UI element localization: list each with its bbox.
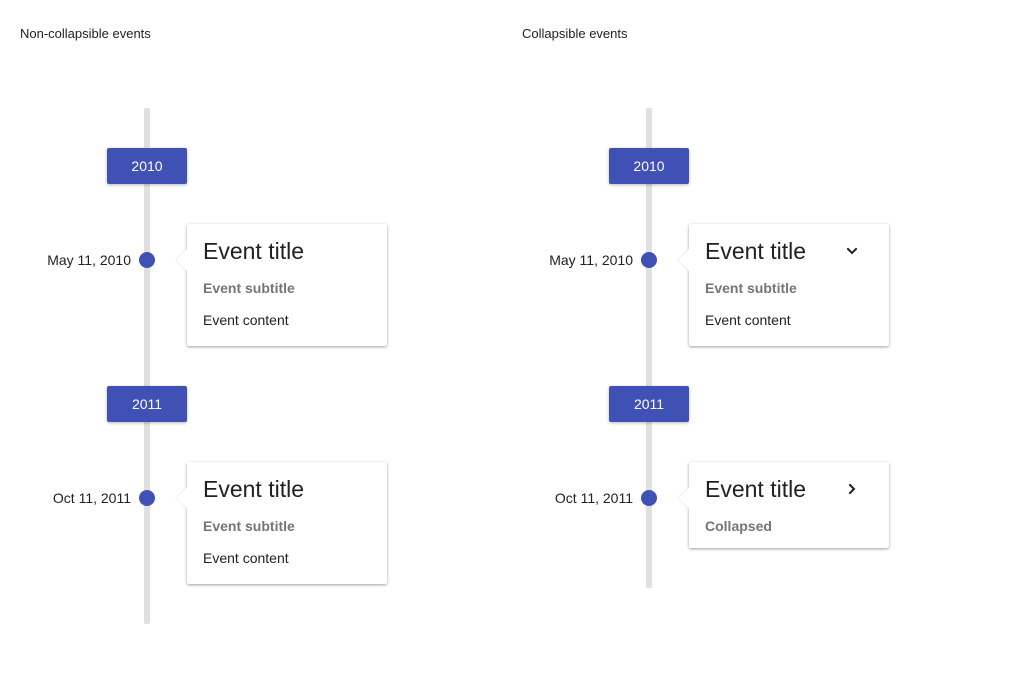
event-title: Event title <box>705 238 806 264</box>
card-arrow <box>678 487 689 509</box>
event-date: May 11, 2010 <box>549 252 633 268</box>
event-title: Event title <box>203 476 304 502</box>
non-collapsible-timeline: 2010 May 11, 2010 Event title Event subt… <box>0 0 502 684</box>
year-badge: 2010 <box>609 148 689 184</box>
year-badge: 2011 <box>609 386 689 422</box>
event-subtitle: Event subtitle <box>203 518 295 534</box>
event-date: Oct 11, 2011 <box>554 490 633 506</box>
year-badge: 2011 <box>107 386 187 422</box>
event-content: Event content <box>203 550 289 566</box>
collapse-toggle-button[interactable] <box>842 241 862 261</box>
card-arrow <box>678 249 689 271</box>
year-badge: 2010 <box>107 148 187 184</box>
event-title: Event title <box>705 476 806 502</box>
event-subtitle-collapsed: Collapsed <box>705 518 772 534</box>
event-dot <box>641 252 657 268</box>
event-card: Event title Event subtitle Event content <box>176 224 387 346</box>
chevron-right-icon <box>848 483 856 495</box>
event-title: Event title <box>203 238 304 264</box>
event-dot <box>139 490 155 506</box>
event-content: Event content <box>203 312 289 328</box>
event-subtitle: Event subtitle <box>705 280 797 296</box>
event-dot <box>641 490 657 506</box>
event-subtitle: Event subtitle <box>203 280 295 296</box>
event-card-collapsed: Event title Collapsed <box>678 462 889 548</box>
event-card: Event title Event subtitle Event content <box>176 462 387 584</box>
timeline-line <box>144 108 150 624</box>
expand-toggle-button[interactable] <box>842 479 862 499</box>
card-arrow <box>176 249 187 271</box>
event-content: Event content <box>705 312 791 328</box>
event-dot <box>139 252 155 268</box>
event-date: Oct 11, 2011 <box>52 490 131 506</box>
collapsible-timeline: 2010 May 11, 2010 Event title Event subt… <box>502 0 1004 684</box>
chevron-down-icon <box>846 247 858 255</box>
event-card: Event title Event subtitle Event content <box>678 224 889 346</box>
card-arrow <box>176 487 187 509</box>
event-date: May 11, 2010 <box>47 252 131 268</box>
